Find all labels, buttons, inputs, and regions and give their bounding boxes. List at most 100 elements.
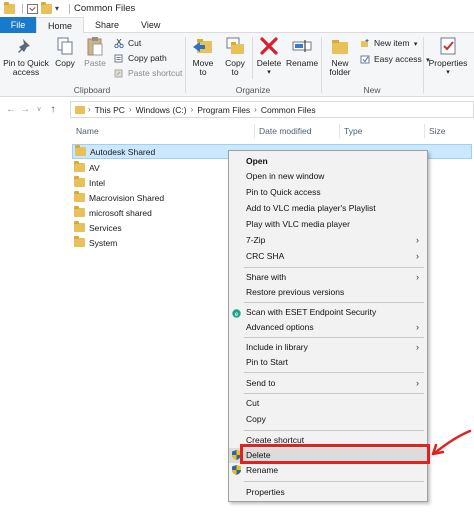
menu-item-eset-scan[interactable]: e Scan with ESET Endpoint Security [229, 305, 427, 320]
menu-item-properties[interactable]: Properties [229, 485, 427, 500]
folder-icon [74, 221, 85, 232]
copy-icon [54, 35, 76, 57]
new-item-label: New item [374, 38, 410, 48]
up-arrow-icon[interactable]: ↑ [46, 104, 60, 115]
paste-shortcut-button[interactable]: Paste shortcut [114, 67, 182, 80]
separator [69, 3, 71, 14]
folder-icon [74, 206, 85, 217]
menu-item-include-library[interactable]: Include in library › [229, 340, 427, 355]
menu-item-share-label: Share with [246, 272, 287, 282]
pin-quick-access-button[interactable]: Pin to Quick access [2, 35, 50, 77]
paste-icon [84, 35, 106, 57]
cut-button[interactable]: Cut [114, 37, 141, 50]
properties-check-icon[interactable] [27, 3, 38, 14]
menu-item-pin-quick-access[interactable]: Pin to Quick access [229, 185, 427, 200]
back-arrow-icon[interactable]: ← [4, 104, 18, 115]
column-divider[interactable] [254, 124, 255, 138]
svg-text:e: e [235, 311, 239, 318]
menu-separator [244, 372, 424, 373]
paste-shortcut-icon [114, 69, 124, 78]
copy-path-button[interactable]: Copy path [114, 52, 167, 65]
breadcrumb-program-files[interactable]: Program Files [197, 105, 250, 115]
quick-access-dropdown-icon[interactable]: ▾ [55, 4, 59, 13]
easy-access-button[interactable]: Easy access ▾ [360, 53, 430, 66]
breadcrumb-windows-c[interactable]: Windows (C:) [136, 105, 187, 115]
new-folder-icon[interactable] [41, 1, 52, 14]
move-to-button[interactable]: Move to [188, 35, 218, 77]
new-folder-label-line2: folder [329, 67, 351, 77]
address-bar[interactable]: › This PC › Windows (C:) › Program Files… [70, 101, 474, 118]
delete-x-icon [258, 35, 280, 57]
menu-item-7zip-label: 7-Zip [246, 235, 266, 245]
chevron-right-icon[interactable]: › [88, 105, 91, 114]
menu-item-restore-versions[interactable]: Restore previous versions [229, 285, 427, 300]
new-group: New folder New item ▾ Easy access ▾ New [322, 33, 429, 97]
copy-label: Copy [55, 58, 75, 68]
menu-item-cut[interactable]: Cut [229, 396, 427, 411]
menu-item-crc-sha[interactable]: CRC SHA › [229, 249, 427, 264]
column-header-name[interactable]: Name [76, 122, 99, 140]
pin-label-line2: access [12, 67, 40, 77]
delete-dropdown-icon[interactable]: ▾ [254, 68, 284, 77]
new-folder-button[interactable]: New folder [324, 35, 356, 77]
menu-item-rename[interactable]: Rename [229, 463, 427, 478]
delete-ribbon-button[interactable]: Delete ▾ [254, 35, 284, 77]
annotation-arrow-icon [431, 429, 472, 456]
paste-shortcut-label: Paste shortcut [128, 68, 183, 78]
new-item-icon [360, 39, 370, 48]
chevron-right-icon[interactable]: › [254, 105, 257, 114]
recent-locations-chevron-icon[interactable]: ∨ [32, 105, 46, 113]
properties-dropdown-icon[interactable]: ▾ [426, 68, 470, 77]
tab-file[interactable]: File [0, 17, 36, 33]
menu-item-copy[interactable]: Copy [229, 412, 427, 427]
easy-access-icon [360, 55, 370, 64]
column-header-type[interactable]: Type [344, 122, 362, 140]
breadcrumb-common-files[interactable]: Common Files [261, 105, 316, 115]
chevron-right-icon[interactable]: › [129, 105, 132, 114]
rename-ribbon-button[interactable]: Rename [286, 35, 318, 68]
menu-item-7zip[interactable]: 7-Zip › [229, 233, 427, 248]
column-divider[interactable] [424, 124, 425, 138]
chevron-right-icon: › [416, 235, 419, 245]
tab-view[interactable]: View [130, 17, 171, 33]
menu-item-share-with[interactable]: Share with › [229, 270, 427, 285]
copy-to-button[interactable]: Copy to [220, 35, 250, 77]
eset-icon: e [232, 308, 241, 318]
tab-share[interactable]: Share [84, 17, 130, 33]
copy-to-label-line2: to [231, 67, 239, 77]
scissors-icon [114, 38, 124, 49]
delete-ribbon-label: Delete [256, 58, 282, 68]
menu-separator [244, 302, 424, 303]
menu-item-vlc-playlist[interactable]: Add to VLC media player's Playlist [229, 201, 427, 216]
folder-icon [75, 145, 86, 156]
column-header-size[interactable]: Size [429, 122, 446, 140]
menu-separator [244, 393, 424, 394]
organize-group: Move to Copy to Delete ▾ Rename Organize [186, 33, 320, 97]
menu-item-send-to[interactable]: Send to › [229, 376, 427, 391]
file-name: Services [89, 222, 122, 233]
paste-button[interactable]: Paste [80, 35, 110, 68]
menu-item-open-new-window[interactable]: Open in new window [229, 169, 427, 184]
pin-icon [15, 35, 37, 57]
forward-arrow-icon[interactable]: → [18, 104, 32, 115]
file-name: System [89, 237, 118, 248]
menu-item-open[interactable]: Open [229, 154, 427, 169]
folder-icon [74, 191, 85, 202]
column-divider[interactable] [339, 124, 340, 138]
menu-item-vlc-play[interactable]: Play with VLC media player [229, 217, 427, 232]
rename-ribbon-label: Rename [286, 58, 319, 68]
breadcrumb-this-pc[interactable]: This PC [95, 105, 125, 115]
chevron-right-icon: › [416, 322, 419, 332]
navigation-bar: ← → ∨ ↑ › This PC › Windows (C:) › Progr… [0, 98, 474, 120]
open-group: Properties ▾ [424, 33, 474, 97]
new-item-button[interactable]: New item ▾ [360, 37, 417, 50]
chevron-right-icon[interactable]: › [191, 105, 194, 114]
menu-item-pin-start[interactable]: Pin to Start [229, 355, 427, 370]
move-to-label-line2: to [199, 67, 207, 77]
menu-item-advanced-options[interactable]: Advanced options › [229, 320, 427, 335]
properties-ribbon-button[interactable]: Properties ▾ [426, 35, 470, 77]
paste-label: Paste [84, 58, 106, 68]
column-header-date[interactable]: Date modified [259, 122, 311, 140]
tab-home[interactable]: Home [36, 17, 85, 34]
copy-button[interactable]: Copy [52, 35, 78, 68]
